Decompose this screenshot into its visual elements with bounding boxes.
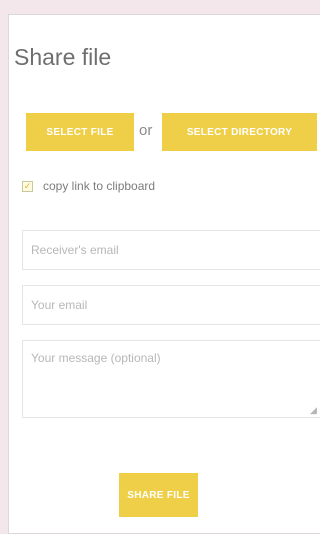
page-title: Share file: [14, 44, 112, 70]
message-textarea[interactable]: [22, 340, 320, 418]
share-file-button[interactable]: SHARE FILE: [119, 473, 198, 517]
receiver-email-input[interactable]: [22, 230, 320, 270]
or-label: or: [139, 122, 153, 139]
copy-link-checkbox[interactable]: ✓: [22, 180, 33, 192]
copy-link-label[interactable]: copy link to clipboard: [43, 179, 155, 193]
select-directory-button[interactable]: SELECT DIRECTORY: [162, 113, 317, 151]
select-file-button[interactable]: SELECT FILE: [26, 113, 134, 151]
resize-handle-icon[interactable]: ◢: [310, 406, 317, 415]
your-email-input[interactable]: [22, 285, 320, 325]
share-file-panel: [8, 14, 320, 534]
copy-link-option[interactable]: ✓ copy link to clipboard: [22, 179, 155, 193]
check-icon: ✓: [23, 180, 32, 191]
